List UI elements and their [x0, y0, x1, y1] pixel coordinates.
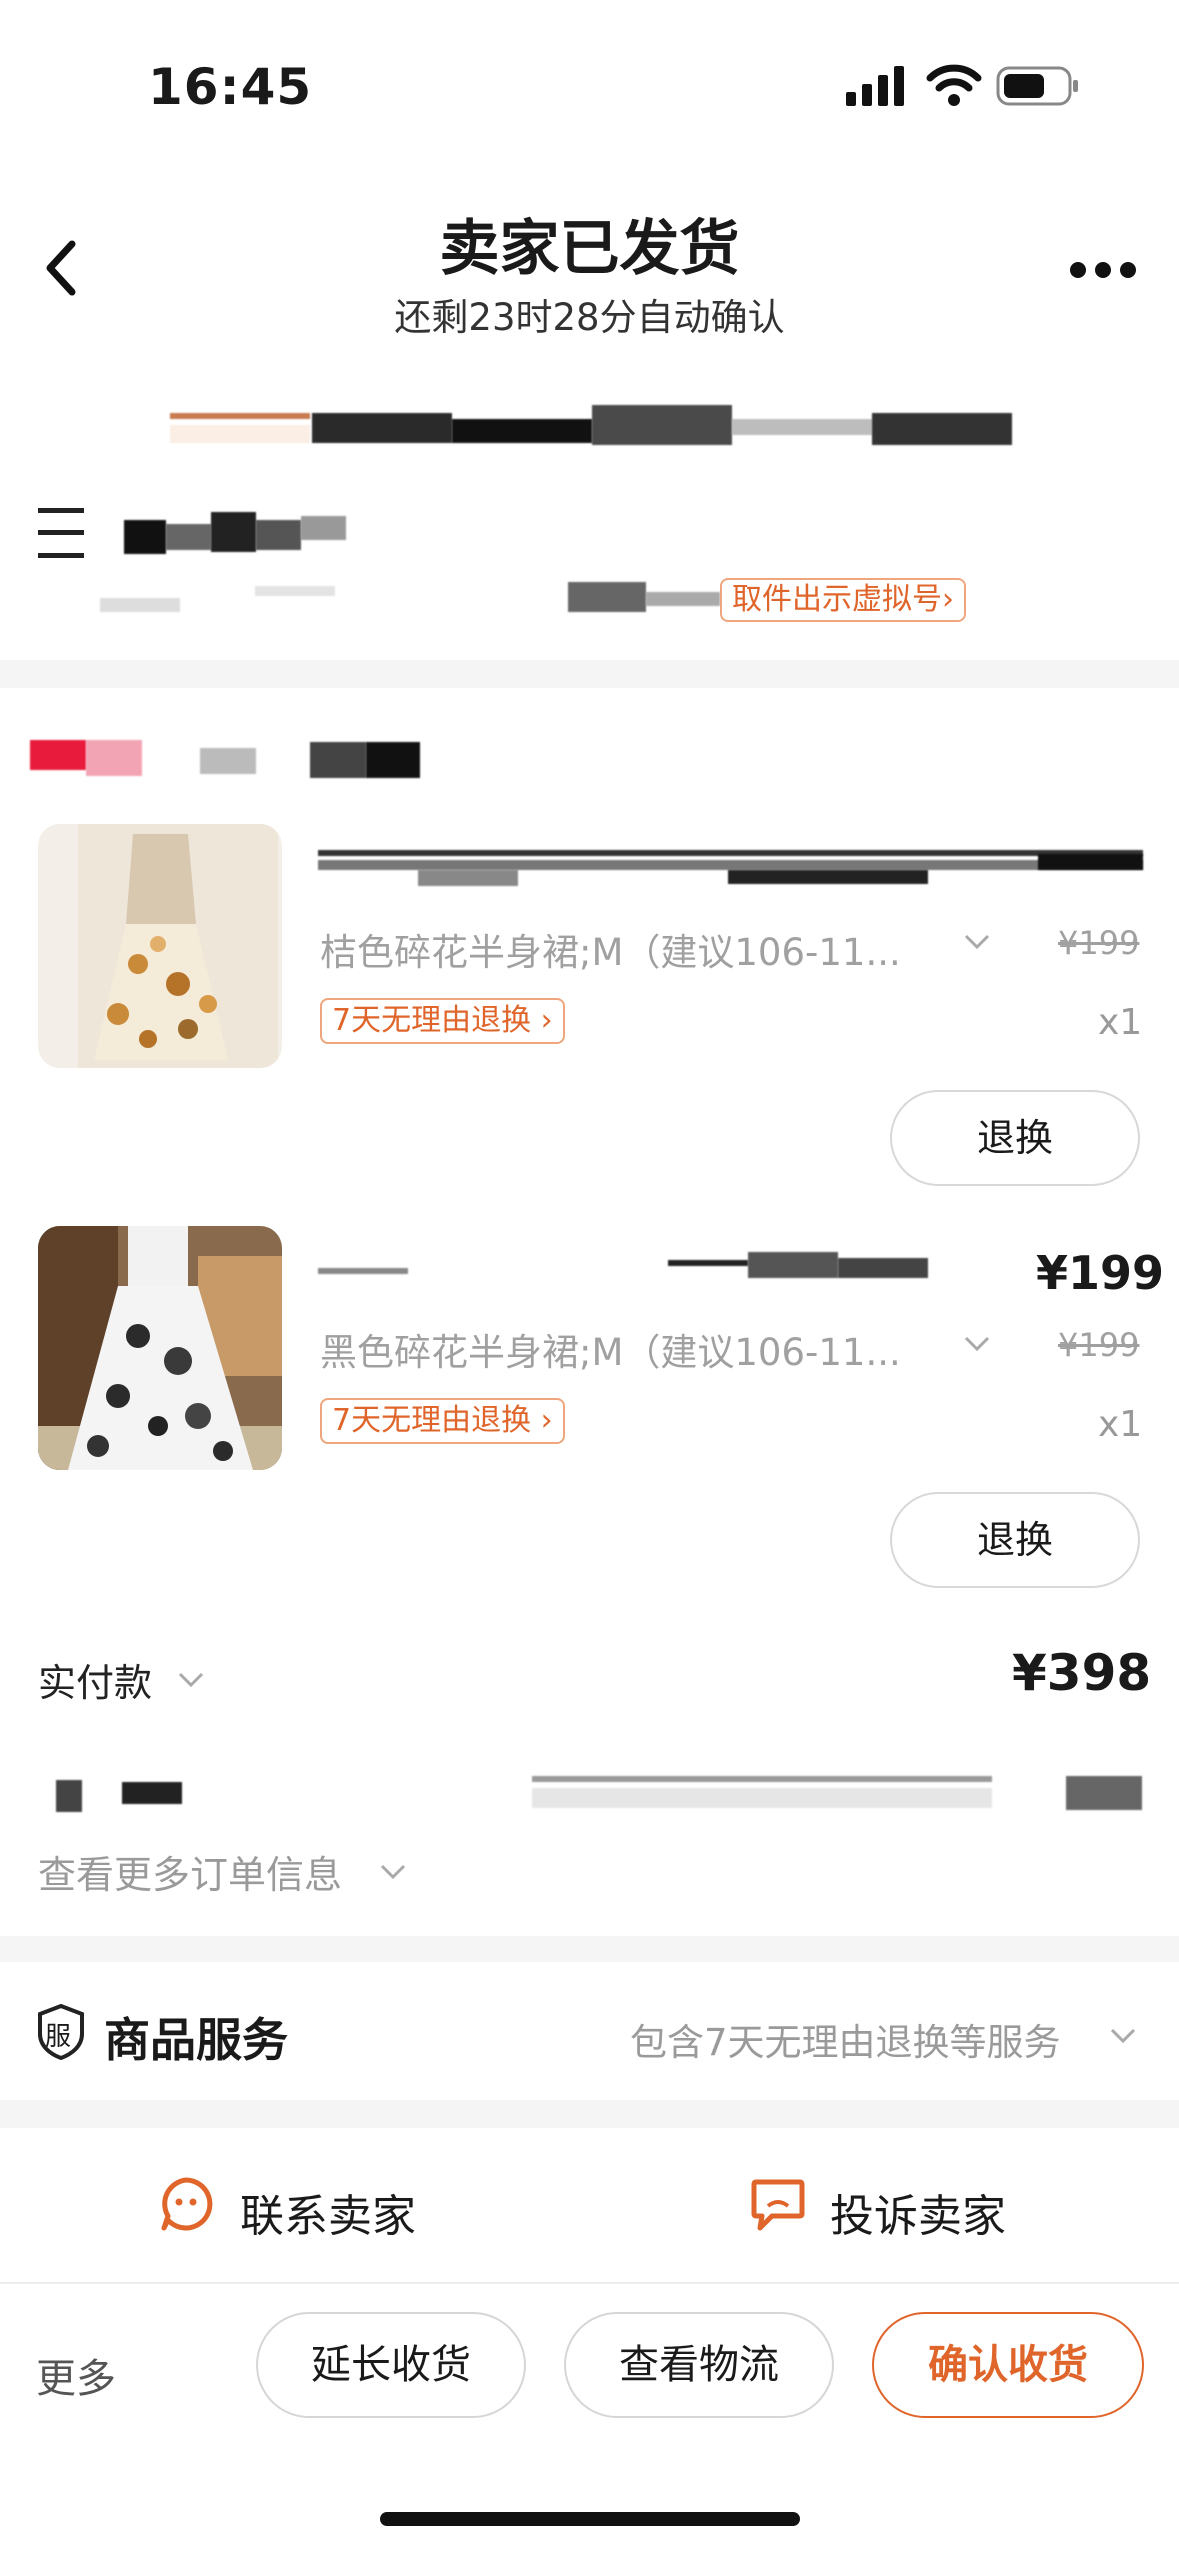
original-price: ¥199 — [1058, 924, 1140, 962]
more-actions[interactable]: 更多 — [36, 2346, 116, 2404]
view-logistics-button[interactable]: 查看物流 — [564, 2312, 834, 2418]
battery-icon — [996, 66, 1078, 106]
refund-exchange-button[interactable]: 退换 — [890, 1492, 1140, 1588]
wifi-icon — [926, 64, 982, 106]
chevron-down-icon[interactable] — [962, 930, 992, 954]
list-icon — [38, 508, 84, 558]
complain-seller-label: 投诉卖家 — [830, 2191, 1006, 2242]
quantity: x1 — [1098, 1002, 1143, 1043]
actual-payment-label[interactable]: 实付款 — [38, 1652, 152, 1707]
status-time: 16:45 — [148, 58, 313, 116]
chevron-right-icon: › — [942, 582, 954, 617]
product-spec: 黑色碎花半身裙;M（建议106-11... — [320, 1331, 901, 1374]
product-image[interactable] — [38, 824, 282, 1068]
more-order-info-label: 查看更多订单信息 — [38, 1853, 343, 1897]
chevron-down-icon[interactable] — [962, 1332, 992, 1356]
confirm-receipt-button[interactable]: 确认收货 — [872, 2312, 1144, 2418]
blurred-product-title — [318, 846, 1143, 890]
blurred-product-title — [318, 1252, 1018, 1292]
pickup-virtual-number-button[interactable]: 取件出示虚拟号› — [720, 578, 966, 622]
blurred-shop-name[interactable] — [30, 738, 420, 784]
service-icon-text: 服 — [45, 2022, 72, 2052]
return-policy-badge[interactable]: 7天无理由退换 › — [320, 1398, 565, 1444]
chevron-down-icon[interactable] — [176, 1668, 206, 1692]
blurred-order-number — [36, 1776, 1146, 1816]
return-policy-label: 7天无理由退换 — [332, 1003, 532, 1038]
quantity: x1 — [1098, 1404, 1143, 1445]
signal-icon — [846, 66, 904, 106]
return-policy-badge[interactable]: 7天无理由退换 › — [320, 998, 565, 1044]
product-price: ¥199 — [1036, 1246, 1165, 1300]
blurred-address — [124, 512, 384, 556]
auto-confirm-countdown: 还剩23时28分自动确认 — [394, 296, 785, 339]
home-indicator — [380, 2512, 800, 2526]
return-policy-label: 7天无理由退换 — [332, 1403, 532, 1438]
original-price: ¥199 — [1058, 1326, 1140, 1364]
chevron-right-icon: › — [531, 1003, 553, 1038]
blurred-address-line — [100, 582, 720, 616]
contact-seller-label: 联系卖家 — [240, 2191, 416, 2242]
service-description: 包含7天无理由退换等服务 — [630, 2021, 1061, 2064]
more-icon[interactable] — [1068, 258, 1138, 282]
section-divider — [0, 2100, 1179, 2128]
chevron-right-icon: › — [531, 1403, 553, 1438]
blurred-tracking — [40, 405, 1130, 445]
section-divider — [0, 1936, 1179, 1962]
complaint-icon — [751, 2179, 805, 2231]
page-title: 卖家已发货 — [439, 214, 740, 284]
refund-exchange-button[interactable]: 退换 — [890, 1090, 1140, 1186]
extend-receipt-button[interactable]: 延长收货 — [256, 2312, 526, 2418]
pickup-label: 取件出示虚拟号 — [732, 582, 942, 617]
service-title: 商品服务 — [104, 2013, 288, 2067]
product-image[interactable] — [38, 1226, 282, 1470]
section-divider — [0, 660, 1179, 688]
chevron-down-icon — [1110, 2028, 1136, 2044]
product-spec: 桔色碎花半身裙;M（建议106-11... — [320, 931, 901, 974]
actual-payment-amount: ¥398 — [1012, 1644, 1152, 1702]
chevron-down-icon — [380, 1864, 406, 1880]
smile-chat-icon — [161, 2177, 213, 2231]
